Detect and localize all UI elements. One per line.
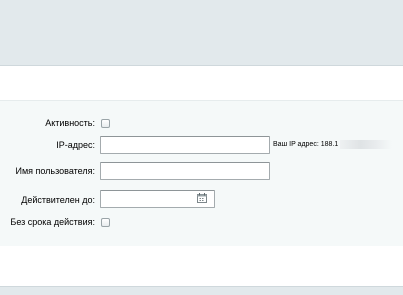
- active-checkbox[interactable]: [101, 119, 110, 128]
- no-expiry-checkbox[interactable]: [101, 218, 110, 227]
- username-input[interactable]: [100, 162, 270, 180]
- panel-spacer-bottom: [0, 246, 403, 286]
- ip-redacted: [340, 140, 392, 149]
- valid-until-label: Действителен до:: [21, 195, 95, 205]
- active-label: Активность:: [45, 118, 95, 128]
- panel-spacer: [0, 66, 403, 100]
- top-panel: [0, 0, 403, 66]
- username-label: Имя пользователя:: [15, 166, 95, 176]
- calendar-icon[interactable]: [197, 193, 207, 203]
- ip-input[interactable]: [100, 136, 270, 154]
- no-expiry-label: Без срока действия:: [10, 217, 95, 227]
- your-ip-text: Ваш IP адрес: 188.1: [273, 141, 339, 148]
- ip-label: IP-адрес:: [56, 140, 95, 150]
